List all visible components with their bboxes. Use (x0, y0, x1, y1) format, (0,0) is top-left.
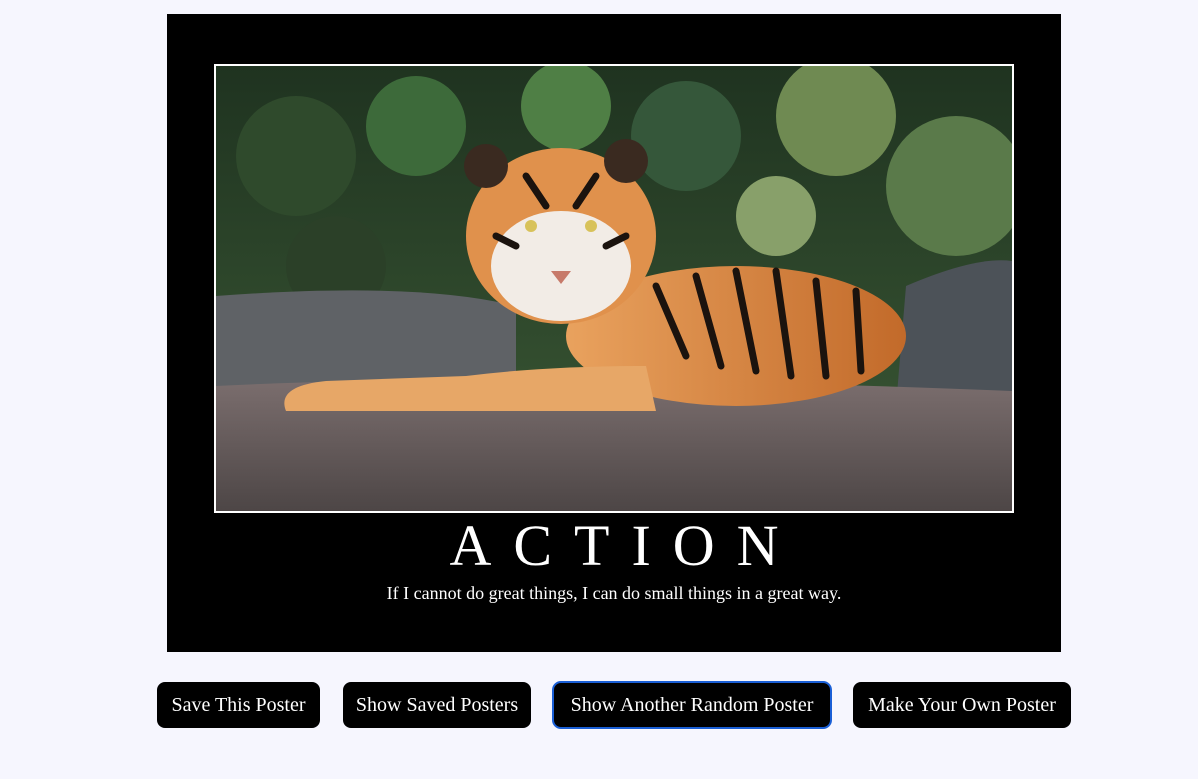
show-random-poster-button[interactable]: Show Another Random Poster (552, 681, 832, 729)
poster-quote: If I cannot do great things, I can do sm… (386, 583, 842, 603)
poster-image (214, 64, 1014, 513)
make-own-poster-button[interactable]: Make Your Own Poster (853, 682, 1071, 728)
poster: ACTION If I cannot do great things, I ca… (167, 14, 1061, 652)
poster-title: ACTION (449, 513, 801, 578)
save-poster-button[interactable]: Save This Poster (157, 682, 320, 728)
tiger-image-icon (216, 66, 1012, 511)
show-saved-posters-button[interactable]: Show Saved Posters (343, 682, 531, 728)
